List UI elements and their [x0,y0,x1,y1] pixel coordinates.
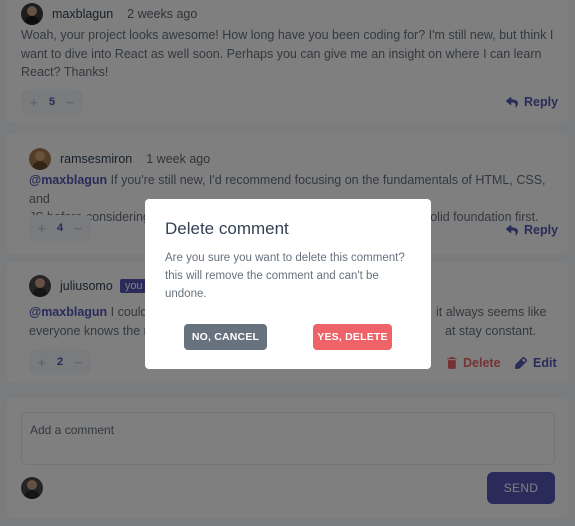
cancel-button[interactable]: NO, CANCEL [184,324,267,350]
modal-title: Delete comment [165,219,289,238]
confirm-delete-button[interactable]: YES, DELETE [313,324,392,350]
modal-message: Are you sure you want to delete this com… [165,252,405,300]
delete-comment-modal: Delete comment Are you sure you want to … [145,199,431,369]
